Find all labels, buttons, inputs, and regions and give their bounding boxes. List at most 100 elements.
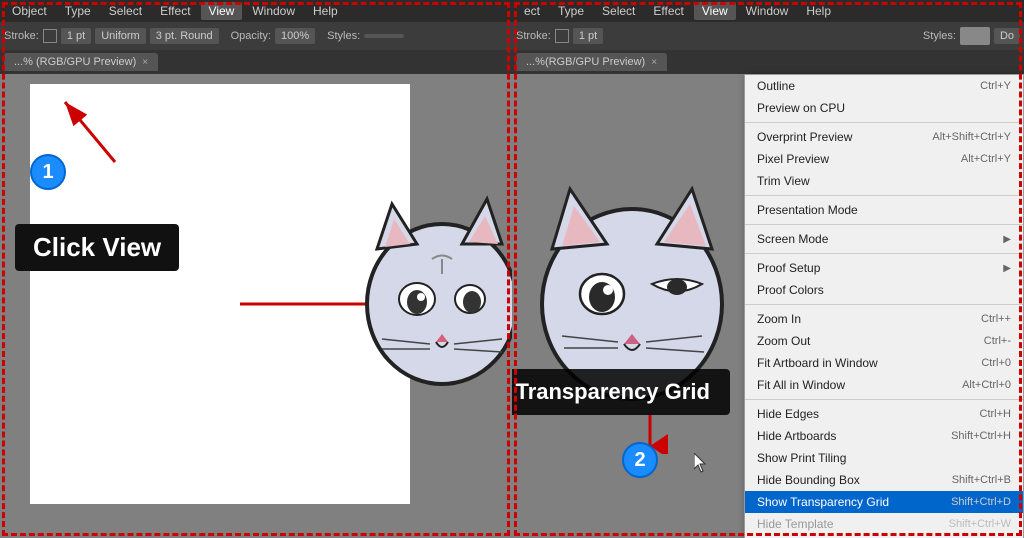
menu-item-hide-bounding-box-label: Hide Bounding Box (757, 473, 860, 487)
menu-item-hide-edges-shortcut: Ctrl+H (980, 408, 1011, 420)
left-menu-select[interactable]: Select (101, 2, 150, 20)
menu-item-proof-setup[interactable]: Proof Setup ▶ (745, 257, 1023, 279)
menu-item-pixel[interactable]: Pixel Preview Alt+Ctrl+Y (745, 148, 1023, 170)
menu-item-presentation[interactable]: Presentation Mode (745, 199, 1023, 221)
menu-item-hide-artboards-shortcut: Shift+Ctrl+H (951, 430, 1011, 442)
right-do-button[interactable]: Do (994, 28, 1020, 44)
left-stroke-icon (43, 29, 57, 43)
menu-item-zoom-out[interactable]: Zoom Out Ctrl+- (745, 330, 1023, 352)
left-opacity-value[interactable]: 100% (275, 28, 315, 44)
menu-item-pixel-shortcut: Alt+Ctrl+Y (961, 153, 1011, 165)
right-canvas-area: Outline Ctrl+Y Preview on CPU Overprint … (512, 74, 1024, 538)
mouse-cursor (694, 453, 708, 473)
right-menu-select[interactable]: Select (594, 2, 643, 20)
right-stroke-icon (555, 29, 569, 43)
right-tab-close[interactable]: × (651, 57, 657, 68)
menu-item-fit-artboard-label: Fit Artboard in Window (757, 356, 878, 370)
click-transparency-grid-label: Click Show Transparency Grid (512, 369, 730, 415)
right-styles-label: Styles: (923, 30, 956, 42)
menu-item-outline-label: Outline (757, 79, 795, 93)
menu-item-fit-artboard-shortcut: Ctrl+0 (981, 357, 1011, 369)
menu-item-hide-artboards[interactable]: Hide Artboards Shift+Ctrl+H (745, 425, 1023, 447)
view-dropdown-menu: Outline Ctrl+Y Preview on CPU Overprint … (744, 74, 1024, 538)
left-styles-box[interactable] (364, 34, 404, 38)
menu-item-overprint[interactable]: Overprint Preview Alt+Shift+Ctrl+Y (745, 126, 1023, 148)
right-menu-window[interactable]: Window (738, 2, 797, 20)
menu-item-proof-colors[interactable]: Proof Colors (745, 279, 1023, 301)
menu-item-zoom-out-label: Zoom Out (757, 334, 810, 348)
menu-item-overprint-label: Overprint Preview (757, 130, 852, 144)
menu-item-hide-artboards-label: Hide Artboards (757, 429, 836, 443)
left-canvas-area: 1 Click View (0, 74, 512, 538)
submenu-arrow-screen: ▶ (1003, 234, 1011, 245)
menu-item-fit-artboard[interactable]: Fit Artboard in Window Ctrl+0 (745, 352, 1023, 374)
right-menu-type[interactable]: Type (550, 2, 592, 20)
menu-item-fit-all[interactable]: Fit All in Window Alt+Ctrl+0 (745, 374, 1023, 396)
menu-item-fit-all-label: Fit All in Window (757, 378, 845, 392)
right-menu-effect[interactable]: Effect (645, 2, 691, 20)
menu-item-show-print-tiling[interactable]: Show Print Tiling (745, 447, 1023, 469)
right-toolbar: Stroke: 1 pt Styles: Do (512, 22, 1024, 50)
right-menubar: ect Type Select Effect View Window Help (512, 0, 1024, 22)
menu-item-presentation-label: Presentation Mode (757, 203, 858, 217)
click-view-label: Click View (15, 224, 179, 271)
right-tab-name: ...%(RGB/GPU Preview) (526, 56, 645, 68)
menu-item-hide-edges-label: Hide Edges (757, 407, 819, 421)
right-stroke-value[interactable]: 1 pt (573, 28, 603, 44)
left-menubar: Object Type Select Effect View Window He… (0, 0, 512, 22)
menu-item-fit-all-shortcut: Alt+Ctrl+0 (962, 379, 1011, 391)
left-cat-illustration (302, 104, 512, 484)
menu-item-hide-edges[interactable]: Hide Edges Ctrl+H (745, 403, 1023, 425)
menu-item-hide-bounding-box[interactable]: Hide Bounding Box Shift+Ctrl+B (745, 469, 1023, 491)
menu-item-outline-shortcut: Ctrl+Y (980, 80, 1011, 92)
left-menu-effect[interactable]: Effect (152, 2, 198, 20)
right-tab[interactable]: ...%(RGB/GPU Preview) × (516, 53, 667, 71)
menu-item-outline[interactable]: Outline Ctrl+Y (745, 75, 1023, 97)
menu-item-hide-bounding-box-shortcut: Shift+Ctrl+B (952, 474, 1011, 486)
left-tab-close[interactable]: × (142, 57, 148, 68)
left-tab[interactable]: ...% (RGB/GPU Preview) × (4, 53, 158, 71)
menu-item-show-print-tiling-label: Show Print Tiling (757, 451, 846, 465)
menu-item-proof-colors-label: Proof Colors (757, 283, 824, 297)
step-1-circle: 1 (30, 154, 66, 190)
right-tabbar: ...%(RGB/GPU Preview) × (512, 50, 1024, 74)
left-toolbar: Stroke: 1 pt Uniform 3 pt. Round Opacity… (0, 22, 512, 50)
separator-3 (745, 224, 1023, 225)
left-stroke-type[interactable]: 3 pt. Round (150, 28, 219, 44)
menu-item-hide-template-shortcut: Shift+Ctrl+W (949, 518, 1011, 530)
menu-item-show-transparency-grid[interactable]: Show Transparency Grid Shift+Ctrl+D (745, 491, 1023, 513)
left-tabbar: ...% (RGB/GPU Preview) × (0, 50, 512, 74)
left-menu-help[interactable]: Help (305, 2, 346, 20)
left-menu-type[interactable]: Type (57, 2, 99, 20)
menu-item-trim-label: Trim View (757, 174, 810, 188)
right-styles-box[interactable] (960, 27, 990, 45)
right-menu-help[interactable]: Help (798, 2, 839, 20)
left-uniform[interactable]: Uniform (95, 28, 146, 44)
menu-item-screen-mode[interactable]: Screen Mode ▶ (745, 228, 1023, 250)
right-menu-view[interactable]: View (694, 2, 736, 20)
right-menu-ect[interactable]: ect (516, 2, 548, 20)
menu-item-overprint-shortcut: Alt+Shift+Ctrl+Y (932, 131, 1011, 143)
left-panel: Object Type Select Effect View Window He… (0, 0, 512, 538)
separator-1 (745, 122, 1023, 123)
right-stroke-label: Stroke: (516, 30, 551, 42)
separator-2 (745, 195, 1023, 196)
menu-item-preview-cpu[interactable]: Preview on CPU (745, 97, 1023, 119)
left-menu-object[interactable]: Object (4, 2, 55, 20)
step-2-circle: 2 (622, 442, 658, 478)
separator-6 (745, 399, 1023, 400)
menu-item-show-transparency-grid-shortcut: Shift+Ctrl+D (951, 496, 1011, 508)
menu-item-hide-template: Hide Template Shift+Ctrl+W (745, 513, 1023, 535)
menu-item-zoom-in-label: Zoom In (757, 312, 801, 326)
left-opacity-label: Opacity: (231, 30, 271, 42)
menu-item-zoom-out-shortcut: Ctrl+- (984, 335, 1011, 347)
left-menu-window[interactable]: Window (244, 2, 303, 20)
left-tab-name: ...% (RGB/GPU Preview) (14, 56, 136, 68)
menu-item-show-transparency-grid-label: Show Transparency Grid (757, 495, 889, 509)
menu-item-hide-template-label: Hide Template (757, 517, 834, 531)
menu-item-preview-cpu-label: Preview on CPU (757, 101, 845, 115)
left-stroke-value[interactable]: 1 pt (61, 28, 91, 44)
menu-item-trim[interactable]: Trim View (745, 170, 1023, 192)
menu-item-zoom-in[interactable]: Zoom In Ctrl++ (745, 308, 1023, 330)
left-menu-view[interactable]: View (201, 2, 243, 20)
